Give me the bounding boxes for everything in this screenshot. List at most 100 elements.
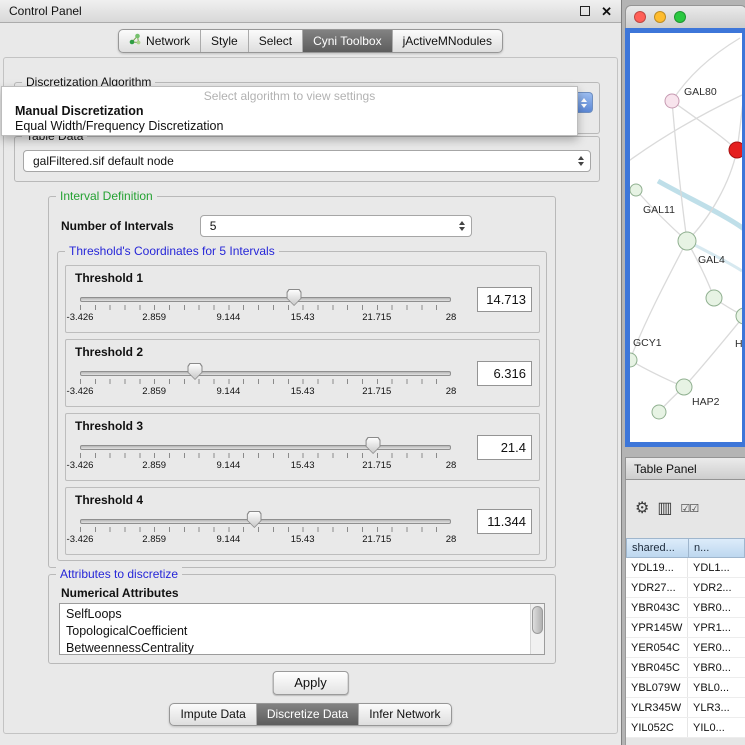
number-of-intervals-row: Number of Intervals 5	[61, 215, 472, 237]
show-columns-icon[interactable]: ▥	[657, 501, 672, 517]
network-node[interactable]	[678, 232, 696, 250]
slider-handle[interactable]	[366, 437, 381, 454]
scale-label: 2.859	[142, 460, 166, 471]
table-row[interactable]: YBR043CYBR0...	[626, 598, 745, 618]
network-node[interactable]	[630, 184, 642, 196]
tab-style[interactable]: Style	[200, 30, 248, 52]
zoom-light[interactable]	[674, 11, 686, 23]
table-cell[interactable]: YBL0...	[688, 678, 745, 697]
close-icon[interactable]: ✕	[601, 5, 612, 18]
slider-handle[interactable]	[188, 363, 203, 380]
tab-cyni-toolbox[interactable]: Cyni Toolbox	[302, 30, 391, 52]
table-cell[interactable]: YPR145W	[626, 618, 688, 637]
table-cell[interactable]: YBR0...	[688, 598, 745, 617]
network-canvas[interactable]: GAL80GAL11GAL4GCY1HHAP2	[625, 28, 745, 447]
network-node[interactable]	[706, 290, 722, 306]
table-panel: ⚙ ▥ ☑☑ shared...n... YDL19...YDL1...YDR27.…	[625, 480, 745, 745]
group-title: Attributes to discretize	[56, 567, 182, 581]
table-cell[interactable]: YER0...	[688, 638, 745, 657]
apply-button[interactable]: Apply	[272, 671, 349, 695]
table-data-combobox[interactable]: galFiltered.sif default node	[23, 150, 591, 172]
table-cell[interactable]: YDL19...	[626, 558, 688, 577]
slider-handle[interactable]	[287, 289, 302, 306]
slider-track[interactable]	[80, 445, 451, 450]
algorithm-option-equal-width[interactable]: Equal Width/Frequency Discretization	[2, 118, 577, 133]
table-row[interactable]: YER054CYER0...	[626, 638, 745, 658]
table-cell[interactable]: YBR045C	[626, 658, 688, 677]
group-title: Interval Definition	[56, 189, 157, 203]
table-cell[interactable]: YIL0...	[688, 718, 745, 737]
scrollbar-thumb[interactable]	[532, 606, 543, 634]
scale-label: 2.859	[142, 534, 166, 545]
network-graph[interactable]: GAL80GAL11GAL4GCY1HHAP2	[630, 33, 742, 442]
table-cell[interactable]: YDR2...	[688, 578, 745, 597]
network-node[interactable]	[652, 405, 666, 419]
numerical-attributes-listbox[interactable]: SelfLoopsTopologicalCoefficientBetweenne…	[59, 603, 545, 655]
table-cell[interactable]: YLR3...	[688, 698, 745, 717]
threshold-slider[interactable]: -3.4262.8599.14415.4321.71528	[80, 362, 451, 402]
table-cell[interactable]: YDR27...	[626, 578, 688, 597]
slider-track[interactable]	[80, 519, 451, 524]
network-node[interactable]	[729, 142, 742, 158]
network-node[interactable]	[736, 308, 742, 324]
table-row[interactable]: YIL052CYIL0...	[626, 718, 745, 738]
tab-label: Network	[146, 34, 190, 48]
column-header[interactable]: shared...	[626, 538, 688, 558]
threshold-value-field[interactable]: 11.344	[477, 509, 532, 534]
tab-network[interactable]: Network	[119, 30, 200, 52]
list-scrollbar[interactable]	[530, 604, 544, 654]
control-panel-titlebar: Control Panel ✕	[0, 0, 621, 23]
table-cell[interactable]: YER054C	[626, 638, 688, 657]
close-light[interactable]	[634, 11, 646, 23]
control-panel-window: Control Panel ✕ Network StyleSelectCyni T…	[0, 0, 622, 745]
threshold-value-field[interactable]: 21.4	[477, 435, 532, 460]
threshold-slider[interactable]: -3.4262.8599.14415.4321.71528	[80, 436, 451, 476]
tab-jactivemnodules[interactable]: jActiveMNodules	[392, 30, 502, 52]
number-of-intervals-combobox[interactable]: 5	[200, 215, 472, 237]
table-row[interactable]: YLR345WYLR3...	[626, 698, 745, 718]
table-panel-titlebar[interactable]: Table Panel	[625, 457, 745, 480]
minimize-light[interactable]	[654, 11, 666, 23]
table-cell[interactable]: YBL079W	[626, 678, 688, 697]
table-cell[interactable]: YIL052C	[626, 718, 688, 737]
select-all-rows-icon[interactable]: ☑☑	[680, 504, 698, 515]
table-cell[interactable]: YBR0...	[688, 658, 745, 677]
table-row[interactable]: YDL19...YDL1...	[626, 558, 745, 578]
float-window-icon[interactable]	[580, 6, 590, 16]
table-row[interactable]: YPR145WYPR1...	[626, 618, 745, 638]
table-row[interactable]: YBR045CYBR0...	[626, 658, 745, 678]
threshold-slider[interactable]: -3.4262.8599.14415.4321.71528	[80, 288, 451, 328]
settings-gear-icon[interactable]: ⚙	[635, 501, 649, 517]
network-window-titlebar[interactable]	[625, 5, 745, 28]
column-header[interactable]: n...	[688, 538, 745, 558]
attribute-list-item[interactable]: BetweennessCentrality	[66, 640, 544, 655]
node-label: GCY1	[633, 337, 662, 349]
table-cell[interactable]: YPR1...	[688, 618, 745, 637]
attribute-list-item[interactable]: SelfLoops	[66, 606, 544, 623]
tab-select[interactable]: Select	[248, 30, 302, 52]
table-row[interactable]: YDR27...YDR2...	[626, 578, 745, 598]
threshold-value-field[interactable]: 14.713	[477, 287, 532, 312]
tab-discretize-data[interactable]: Discretize Data	[256, 704, 358, 725]
slider-track[interactable]	[80, 297, 451, 302]
slider-track[interactable]	[80, 371, 451, 376]
attribute-list-item[interactable]: TopologicalCoefficient	[66, 623, 544, 640]
slider-handle[interactable]	[247, 511, 262, 528]
network-view-window: GAL80GAL11GAL4GCY1HHAP2	[625, 5, 745, 447]
table-row[interactable]: YBL079WYBL0...	[626, 678, 745, 698]
network-node[interactable]	[665, 94, 679, 108]
table-cell[interactable]: YLR345W	[626, 698, 688, 717]
tab-infer-network[interactable]: Infer Network	[358, 704, 450, 725]
table-cell[interactable]: YBR043C	[626, 598, 688, 617]
threshold-value-field[interactable]: 6.316	[477, 361, 532, 386]
number-of-intervals-label: Number of Intervals	[61, 219, 174, 233]
scale-label: 9.144	[217, 460, 241, 471]
slider-scale: -3.4262.8599.14415.4321.71528	[80, 312, 451, 324]
tab-impute-data[interactable]: Impute Data	[170, 704, 255, 725]
algorithm-option-manual[interactable]: Manual Discretization	[2, 103, 577, 118]
threshold-slider[interactable]: -3.4262.8599.14415.4321.71528	[80, 510, 451, 550]
threshold-row: Threshold 1-3.4262.8599.14415.4321.71528…	[65, 265, 540, 333]
network-node[interactable]	[630, 353, 637, 367]
network-node[interactable]	[676, 379, 692, 395]
table-cell[interactable]: YDL1...	[688, 558, 745, 577]
